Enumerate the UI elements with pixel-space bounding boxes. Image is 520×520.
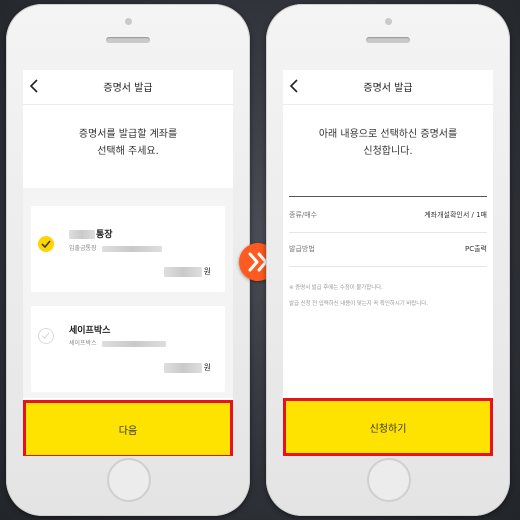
row-label-type: 종류/매수 [289, 211, 318, 219]
row-divider [289, 266, 487, 267]
heading-line-1: 아래 내용으로 선택하신 증명서를 [318, 129, 458, 140]
account-type: 입출금통장 [69, 243, 162, 252]
phone-frame-right: 증명서 발급 아래 내용으로 선택하신 증명서를 신청합니다. 종류/매수 계좌… [266, 4, 510, 516]
masked-balance [163, 362, 202, 373]
masked-balance [163, 266, 202, 277]
unselected-check[interactable] [38, 328, 54, 344]
phone-frame-left: 증명서 발급 증명서를 발급할 계좌를 선택해 주세요. 통장 입출금통장 원 … [6, 4, 250, 516]
masked-account-number [101, 340, 166, 347]
masked-account-number [101, 245, 162, 252]
row-value-method: PC출력 [465, 245, 487, 253]
account-name: 통장 [69, 227, 113, 240]
account-list: 통장 입출금통장 원 세이프박스 세이프박스 원 [23, 188, 233, 398]
apply-button[interactable]: 신청하기 [283, 398, 493, 456]
home-button [107, 458, 151, 502]
heading-line-2: 신청합니다. [363, 146, 413, 157]
front-camera [125, 18, 132, 25]
screen-select-account: 증명서 발급 증명서를 발급할 계좌를 선택해 주세요. 통장 입출금통장 원 … [23, 70, 233, 456]
notice-text: ※ 증명서 발급 후에는 수정이 불가합니다. [289, 285, 383, 291]
row-divider [289, 232, 487, 233]
heading-line-2: 선택해 주세요. [97, 146, 159, 157]
nav-bar: 증명서 발급 [23, 70, 233, 105]
nav-title: 증명서 발급 [363, 83, 413, 94]
check-icon [41, 332, 50, 339]
home-button [367, 458, 411, 502]
summary-divider-top [289, 196, 487, 197]
screen-confirm-application: 증명서 발급 아래 내용으로 선택하신 증명서를 신청합니다. 종류/매수 계좌… [283, 70, 493, 456]
nav-bar: 증명서 발급 [283, 70, 493, 105]
nav-title: 증명서 발급 [103, 83, 153, 94]
account-card-safebox[interactable]: 세이프박스 세이프박스 원 [31, 306, 225, 392]
account-type: 세이프박스 [69, 338, 166, 347]
check-icon [41, 240, 51, 248]
row-value-type: 계좌개설확인서 / 1매 [424, 211, 487, 219]
account-balance: 원 [163, 266, 211, 277]
page-heading: 아래 내용으로 선택하신 증명서를 신청합니다. [283, 126, 493, 160]
account-name: 세이프박스 [69, 326, 111, 336]
earpiece-speaker [366, 37, 410, 43]
account-card-checking[interactable]: 통장 입출금통장 원 [31, 206, 225, 292]
selected-check[interactable] [38, 236, 54, 252]
account-balance: 원 [163, 362, 211, 373]
earpiece-speaker [106, 37, 150, 43]
masked-account-prefix [69, 230, 95, 239]
heading-line-1: 증명서를 발급할 계좌를 [78, 129, 178, 140]
page-heading: 증명서를 발급할 계좌를 선택해 주세요. [23, 126, 233, 160]
row-label-method: 발급방법 [289, 245, 315, 253]
front-camera [385, 18, 392, 25]
notice-text: 발급 신청 전 입력하신 내용이 맞는지 꼭 확인하시기 바랍니다. [289, 301, 428, 307]
next-button[interactable]: 다음 [23, 400, 233, 456]
